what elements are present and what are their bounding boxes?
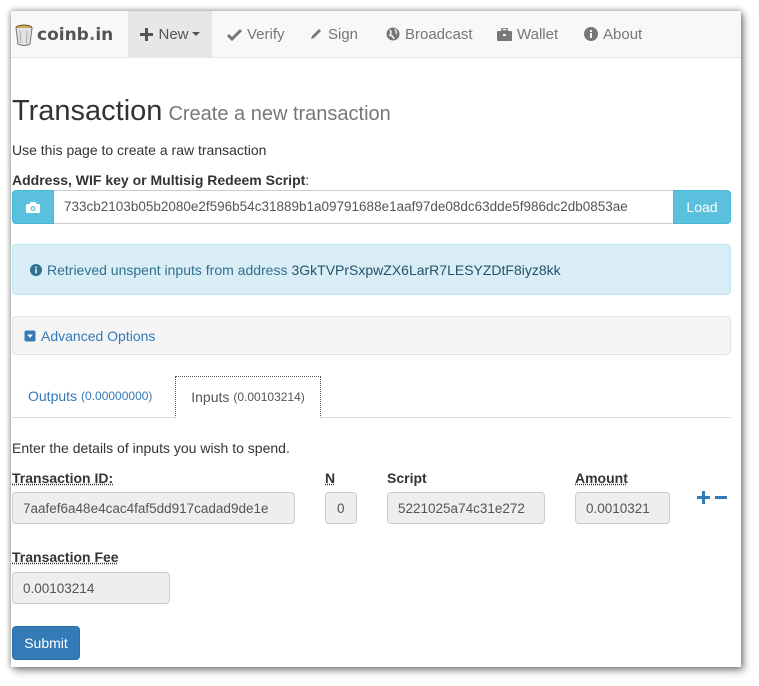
nav-about[interactable]: About <box>584 11 642 57</box>
collapse-down-icon <box>24 330 36 342</box>
info-sign-icon <box>30 263 42 276</box>
input-row-controls <box>697 491 732 504</box>
scan-qr-button[interactable] <box>12 190 54 224</box>
minus-icon <box>715 496 727 499</box>
script-input[interactable]: 5221025a74c31e272 <box>387 492 545 524</box>
info-icon <box>584 27 598 41</box>
briefcase-icon <box>497 27 512 41</box>
nav-verify-label: Verify <box>247 25 285 43</box>
n-column-label: N <box>325 470 336 486</box>
nav-wallet-label: Wallet <box>517 25 559 43</box>
alert-text: Retrieved unspent inputs from address <box>47 261 288 278</box>
tab-inputs-label: Inputs <box>191 389 230 405</box>
tab-outputs-label: Outputs <box>28 388 78 404</box>
address-label-text: Address, WIF key or Multisig Redeem Scri… <box>12 172 306 188</box>
amount-column-label: Amount <box>575 470 628 486</box>
nav-about-label: About <box>603 25 643 43</box>
caret-down-icon <box>191 32 200 36</box>
alert-address-link[interactable]: 3GkTVPrSxpwZX6LarR7LESYZDtF8iyz8kk <box>291 262 560 278</box>
tab-outputs[interactable]: Outputs (0.00000000) <box>28 376 152 416</box>
nav-new-dropdown[interactable]: New <box>128 11 212 57</box>
plus-icon <box>697 491 710 504</box>
transaction-fee-label: Transaction Fee <box>12 549 119 565</box>
nav-new-label: New <box>158 25 189 43</box>
page-title-text: Transaction <box>12 95 163 127</box>
address-input-group: 733cb2103b05b2080e2f596b54c31889b1a09791… <box>12 190 731 224</box>
advanced-options-toggle[interactable]: Advanced Options <box>12 316 731 355</box>
nav-sign-label: Sign <box>328 25 359 43</box>
amount-input[interactable]: 0.0010321 <box>575 492 670 524</box>
page-lead: Use this page to create a raw transactio… <box>12 142 267 158</box>
plus-icon <box>140 27 154 41</box>
page-title: Transaction Create a new transaction <box>12 95 391 128</box>
page-subtitle: Create a new transaction <box>168 103 391 125</box>
nav-broadcast-label: Broadcast <box>405 25 473 43</box>
nav-wallet[interactable]: Wallet <box>497 11 558 57</box>
camera-icon <box>26 201 40 213</box>
nav-sign[interactable]: Sign <box>309 11 358 57</box>
address-label: Address, WIF key or Multisig Redeem Scri… <box>12 172 309 188</box>
tabs: Outputs (0.00000000) Inputs (0.00103214) <box>12 376 731 418</box>
tab-outputs-amount: (0.00000000) <box>81 389 153 403</box>
advanced-options-label: Advanced Options <box>41 327 156 344</box>
remove-input-button[interactable] <box>715 491 727 504</box>
brand-tld: in <box>95 25 114 45</box>
transaction-fee-input[interactable]: 0.00103214 <box>12 572 170 604</box>
n-input[interactable]: 0 <box>325 492 357 524</box>
address-label-colon: : <box>305 172 310 188</box>
tab-inputs-amount: (0.00103214) <box>233 390 305 404</box>
address-input[interactable]: 733cb2103b05b2080e2f596b54c31889b1a09791… <box>54 190 673 224</box>
load-button[interactable]: Load <box>673 190 731 224</box>
bucket-icon <box>15 24 33 46</box>
brand-name: coinb <box>37 25 89 45</box>
tab-inputs[interactable]: Inputs (0.00103214) <box>175 376 321 418</box>
txid-input[interactable]: 7aafef6a48e4cac4faf5dd917cadad9de1e <box>12 492 295 524</box>
info-alert: Retrieved unspent inputs from address 3G… <box>12 244 731 295</box>
globe-icon <box>386 27 400 41</box>
txid-column-label: Transaction ID: <box>12 470 114 486</box>
app-window: coinb. in New Verify Sign Broadcast Walle… <box>11 11 741 667</box>
check-icon <box>227 28 242 41</box>
script-column-label: Script <box>387 470 427 486</box>
navbar: coinb. in New Verify Sign Broadcast Walle… <box>11 11 741 58</box>
inputs-description: Enter the details of inputs you wish to … <box>12 440 290 456</box>
pencil-icon <box>311 29 321 39</box>
submit-button[interactable]: Submit <box>12 626 80 660</box>
brand-logo[interactable]: coinb. in <box>15 15 113 55</box>
nav-verify[interactable]: Verify <box>227 11 285 57</box>
nav-broadcast[interactable]: Broadcast <box>386 11 473 57</box>
add-input-button[interactable] <box>697 491 710 504</box>
